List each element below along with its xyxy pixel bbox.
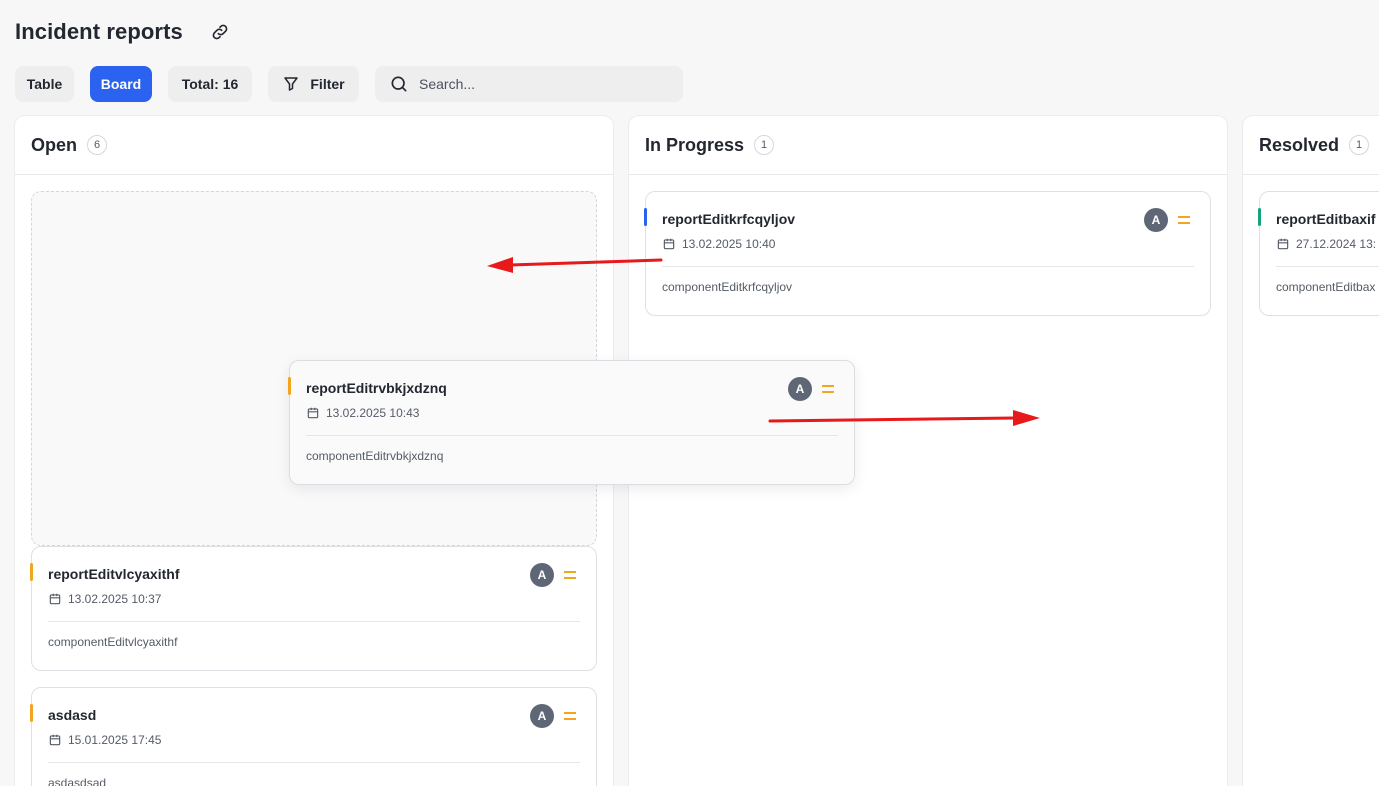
annotation-overlay [487,257,1040,426]
arrow-left-annotation [487,257,663,273]
arrow-right-annotation [768,410,1040,426]
